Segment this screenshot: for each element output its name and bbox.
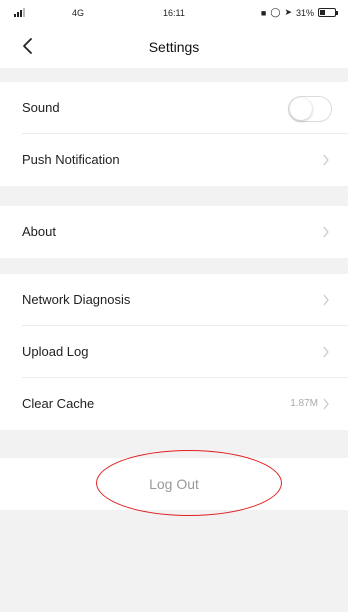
settings-row-upload-log[interactable]: Upload Log xyxy=(0,326,348,378)
alarm-icon: ◯ xyxy=(270,7,281,17)
location-icon: ➤ xyxy=(284,7,292,17)
chevron-right-icon xyxy=(323,294,329,306)
chevron-right-icon xyxy=(323,398,329,410)
signal-icon xyxy=(14,8,25,17)
settings-row-clear-cache[interactable]: Clear Cache 1.87M xyxy=(0,378,348,430)
status-right-group: ■ ◯ ➤ 31% xyxy=(260,7,338,18)
logout-button[interactable]: Log Out xyxy=(0,450,348,516)
battery-fill xyxy=(320,10,325,15)
sound-label: Sound xyxy=(22,100,60,115)
upload-log-label: Upload Log xyxy=(22,344,89,359)
network-diagnosis-label: Network Diagnosis xyxy=(22,292,131,307)
carrier-label: 4G xyxy=(72,8,85,18)
settings-row-push-notification[interactable]: Push Notification xyxy=(0,134,348,186)
sound-toggle[interactable] xyxy=(288,96,332,122)
battery-icon xyxy=(318,8,338,17)
cache-size-value: 1.87M xyxy=(290,398,318,409)
clear-cache-label: Clear Cache xyxy=(22,396,95,411)
battery-percent: 31% xyxy=(295,7,314,18)
about-label: About xyxy=(22,224,56,239)
page-title: Settings xyxy=(148,39,200,55)
settings-row-sound: Sound xyxy=(0,82,348,134)
push-notification-label: Push Notification xyxy=(22,152,120,167)
lock-icon: ■ xyxy=(260,7,267,18)
nav-bar: Settings xyxy=(0,26,348,68)
settings-row-about[interactable]: About xyxy=(0,206,348,258)
clock-time: 16:11 xyxy=(163,8,185,18)
toggle-knob xyxy=(290,98,312,120)
settings-row-network-diagnosis[interactable]: Network Diagnosis xyxy=(0,274,348,326)
status-bar: 4G 16:11 ■ ◯ ➤ 31% xyxy=(0,0,348,26)
annotation-ring xyxy=(96,450,282,516)
chevron-right-icon xyxy=(323,226,329,238)
chevron-right-icon xyxy=(323,346,329,358)
chevron-right-icon xyxy=(323,154,329,166)
